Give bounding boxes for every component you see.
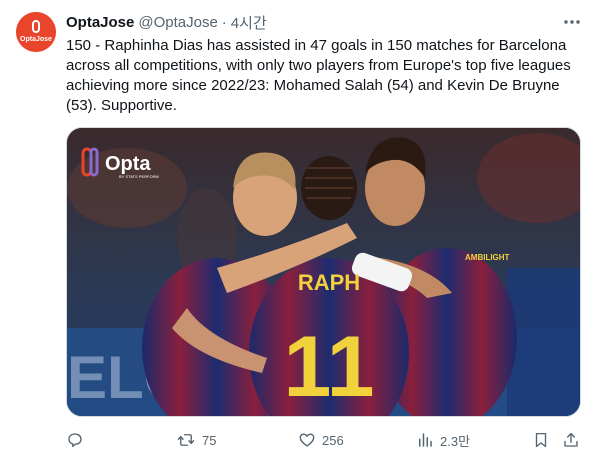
watermark-text: Opta	[105, 153, 151, 175]
retweet-button[interactable]: 75	[176, 428, 216, 452]
watermark-sub: BY STATS PERFORM	[119, 174, 159, 179]
tweet-media-image[interactable]: ELO RAPH 11 AMBILIGHT Opta BY STATS PERF…	[66, 127, 581, 417]
views-button[interactable]: 2.3만	[416, 428, 470, 452]
avatar[interactable]: OptaJose	[16, 12, 56, 52]
share-icon	[564, 432, 578, 447]
avatar-logo-text: OptaJose	[20, 36, 52, 43]
players-celebration-photo: ELO RAPH 11 AMBILIGHT Opta BY STATS PERF…	[67, 128, 580, 416]
tweet-actions: 75 256 2.3만	[66, 428, 586, 452]
heart-icon	[299, 433, 315, 447]
tweet-text: 150 - Raphinha Dias has assisted in 47 g…	[66, 37, 571, 114]
like-button[interactable]: 256	[298, 428, 344, 452]
tweet-header: OptaJose @OptaJose · 4시간	[66, 12, 582, 32]
author-handle[interactable]: @OptaJose	[138, 14, 217, 31]
opta-logo-icon: OptaJose	[16, 12, 56, 52]
sponsor-text: AMBILIGHT	[465, 253, 510, 262]
jersey-number: 11	[284, 319, 375, 415]
views-chart-icon	[419, 433, 432, 447]
share-button[interactable]	[562, 428, 580, 452]
more-options-button[interactable]	[562, 12, 582, 32]
reply-icon	[68, 433, 82, 448]
views-count: 2.3만	[440, 433, 471, 449]
bookmark-icon	[535, 432, 547, 448]
author-name[interactable]: OptaJose	[66, 14, 134, 31]
tweet-time[interactable]: 4시간	[231, 12, 267, 33]
retweet-icon	[177, 434, 195, 446]
more-dots-icon	[564, 20, 580, 24]
retweet-count: 75	[202, 432, 217, 448]
bookmark-button[interactable]	[532, 428, 550, 452]
separator-dot: ·	[221, 13, 227, 31]
jersey-name: RAPH	[298, 270, 360, 295]
reply-button[interactable]	[66, 428, 90, 452]
like-count: 256	[322, 432, 344, 448]
